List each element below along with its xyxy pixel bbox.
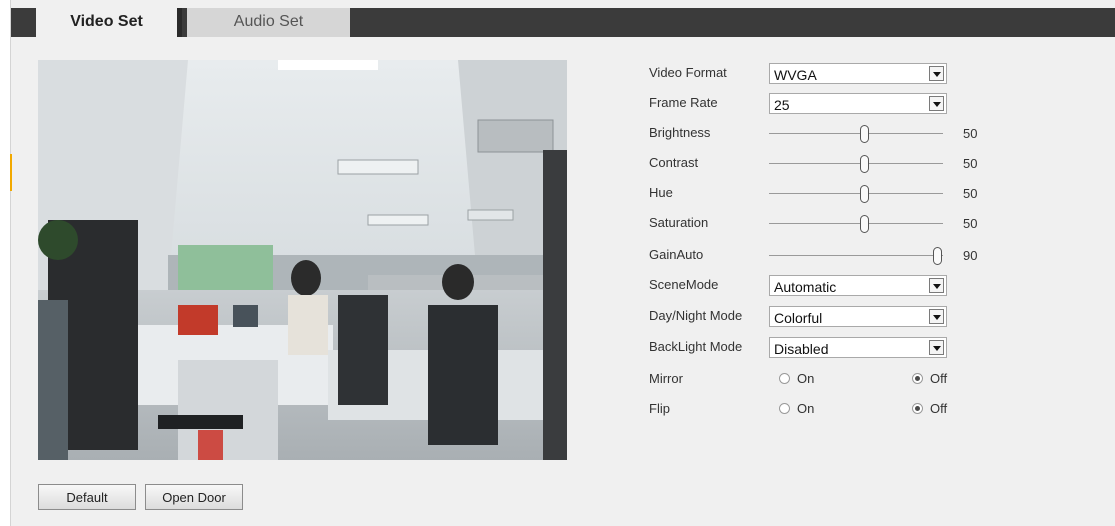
contrast-slider-thumb[interactable] bbox=[860, 155, 869, 173]
scene-mode-select[interactable]: Automatic bbox=[769, 275, 947, 296]
hue-slider[interactable] bbox=[769, 193, 943, 194]
frame-rate-label: Frame Rate bbox=[649, 95, 718, 110]
saturation-slider-thumb[interactable] bbox=[860, 215, 869, 233]
brightness-value: 50 bbox=[963, 126, 978, 141]
saturation-value: 50 bbox=[963, 216, 978, 231]
gain-auto-slider-thumb[interactable] bbox=[933, 247, 942, 265]
video-format-value: WVGA bbox=[774, 67, 817, 83]
flip-off-radio[interactable] bbox=[912, 403, 923, 414]
flip-on-label: On bbox=[797, 401, 815, 416]
gain-auto-slider[interactable] bbox=[769, 255, 943, 256]
saturation-label: Saturation bbox=[649, 215, 709, 230]
brightness-slider[interactable] bbox=[769, 133, 943, 134]
mirror-off-label: Off bbox=[930, 371, 948, 386]
contrast-value: 50 bbox=[963, 156, 978, 171]
open-door-button[interactable]: Open Door bbox=[145, 484, 243, 510]
chevron-down-icon[interactable] bbox=[929, 309, 944, 324]
scene-mode-label: SceneMode bbox=[649, 277, 719, 292]
brightness-label: Brightness bbox=[649, 125, 711, 140]
frame-rate-value: 25 bbox=[774, 97, 790, 113]
brightness-slider-thumb[interactable] bbox=[860, 125, 869, 143]
hue-label: Hue bbox=[649, 185, 673, 200]
contrast-label: Contrast bbox=[649, 155, 699, 170]
camera-preview bbox=[38, 60, 567, 460]
flip-off-label: Off bbox=[930, 401, 948, 416]
contrast-slider[interactable] bbox=[769, 163, 943, 164]
mirror-on-radio[interactable] bbox=[779, 373, 790, 384]
chevron-down-icon[interactable] bbox=[929, 340, 944, 355]
backlight-mode-value: Disabled bbox=[774, 341, 829, 357]
chevron-down-icon[interactable] bbox=[929, 278, 944, 293]
tab-audio-set[interactable]: Audio Set bbox=[187, 8, 350, 37]
day-night-mode-label: Day/Night Mode bbox=[649, 308, 743, 323]
mirror-on-label: On bbox=[797, 371, 815, 386]
chevron-down-icon[interactable] bbox=[929, 96, 944, 111]
video-format-label: Video Format bbox=[649, 65, 727, 80]
mirror-off-radio[interactable] bbox=[912, 373, 923, 384]
flip-label: Flip bbox=[649, 401, 670, 416]
chevron-down-icon[interactable] bbox=[929, 66, 944, 81]
backlight-mode-select[interactable]: Disabled bbox=[769, 337, 947, 358]
day-night-mode-value: Colorful bbox=[774, 310, 823, 326]
accent-marker bbox=[10, 154, 12, 191]
gain-auto-value: 90 bbox=[963, 248, 978, 263]
mirror-label: Mirror bbox=[649, 371, 683, 386]
tab-video-set[interactable]: Video Set bbox=[36, 8, 182, 37]
default-button[interactable]: Default bbox=[38, 484, 136, 510]
video-format-select[interactable]: WVGA bbox=[769, 63, 947, 84]
video-settings-panel: Video Set Audio Set Video Format WVGA Fr… bbox=[10, 0, 1115, 526]
tab-bar: Video Set Audio Set bbox=[11, 8, 1115, 37]
hue-value: 50 bbox=[963, 186, 978, 201]
camera-snapshot-image bbox=[38, 60, 567, 460]
day-night-mode-select[interactable]: Colorful bbox=[769, 306, 947, 327]
scene-mode-value: Automatic bbox=[774, 279, 837, 295]
flip-on-radio[interactable] bbox=[779, 403, 790, 414]
frame-rate-select[interactable]: 25 bbox=[769, 93, 947, 114]
hue-slider-thumb[interactable] bbox=[860, 185, 869, 203]
gain-auto-label: GainAuto bbox=[649, 247, 704, 262]
saturation-slider[interactable] bbox=[769, 223, 943, 224]
backlight-mode-label: BackLight Mode bbox=[649, 339, 743, 354]
